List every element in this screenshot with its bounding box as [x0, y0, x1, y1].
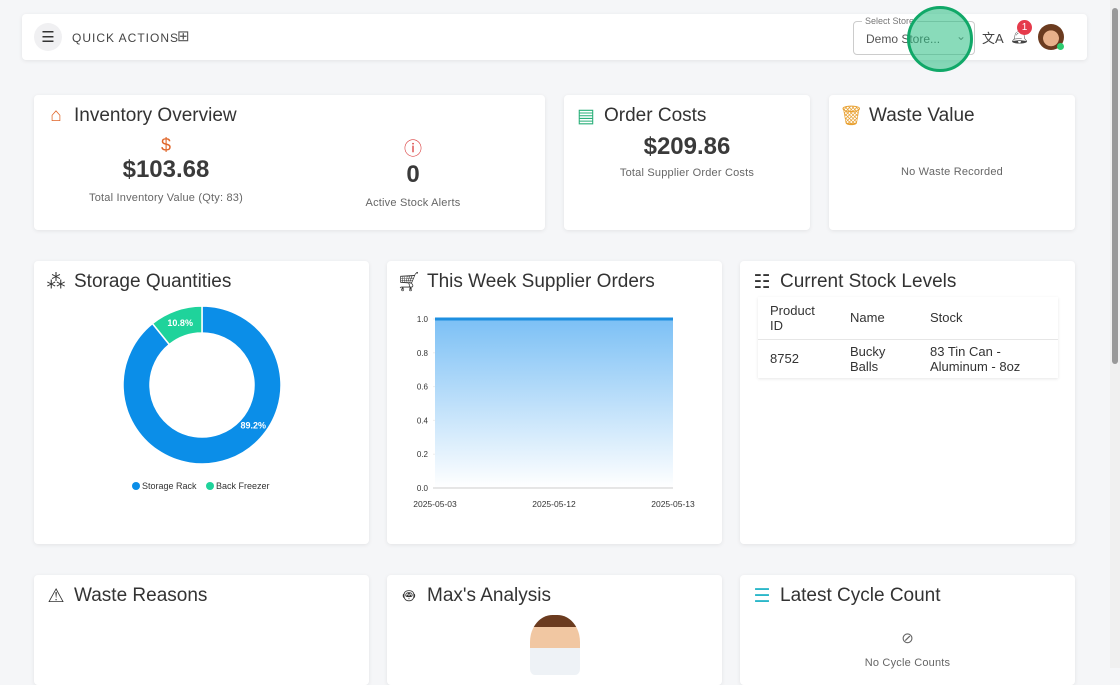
- max-avatar-image: [530, 615, 580, 675]
- legend-label: Back Freezer: [216, 481, 270, 491]
- scrollbar-thumb[interactable]: [1112, 8, 1118, 364]
- translate-icon[interactable]: 文A: [982, 28, 1004, 47]
- active-alerts-label: Active Stock Alerts: [365, 197, 461, 209]
- cell-stock: 83 Tin Can - Aluminum - 8oz: [930, 343, 1021, 374]
- stock-table: Product ID Name Stock 8752 Bucky Balls 83 Ti…: [758, 297, 1058, 378]
- list-icon: ☷: [753, 271, 771, 293]
- click-indicator: [907, 6, 973, 72]
- scrollbar[interactable]: [1110, 0, 1120, 668]
- table-row[interactable]: 8752 Bucky Balls 83 Tin Can - Aluminum - 8…: [758, 339, 1058, 378]
- card-title: Waste Reasons: [74, 585, 208, 606]
- max-analysis-card: 🤖︎ Max's Analysis: [387, 575, 722, 685]
- legend-label: Storage Rack: [142, 481, 197, 491]
- trash-icon: 🗑︎: [838, 106, 864, 127]
- card-title: Order Costs: [604, 105, 707, 126]
- card-title: Current Stock Levels: [780, 271, 957, 292]
- cell-name: Bucky Balls: [850, 343, 886, 374]
- notification-badge: 1: [1017, 20, 1032, 35]
- checklist-icon: ☰: [753, 585, 771, 607]
- column-header: Name: [850, 310, 885, 326]
- y-tick-label: 1.0: [417, 315, 429, 324]
- alert-icon: ⓘ: [404, 139, 422, 159]
- no-waste-text: No Waste Recorded: [900, 166, 1004, 178]
- total-inventory-label: Total Inventory Value (Qty: 83): [89, 192, 243, 204]
- online-status-dot: [1057, 43, 1064, 50]
- x-tick-label: 2025-05-03: [413, 499, 457, 509]
- supplier-orders-card: 🛒︎ This Week Supplier Orders 0.0 0.2 0.4 0.6…: [387, 261, 722, 544]
- no-cycle-counts-text: No Cycle Counts: [864, 657, 951, 669]
- cell-product-id: 8752: [770, 351, 799, 366]
- quick-actions-icon[interactable]: ⊞: [177, 27, 190, 45]
- x-tick-label: 2025-05-13: [651, 499, 695, 509]
- active-alerts-value: 0: [406, 161, 420, 188]
- menu-icon[interactable]: ☰: [34, 23, 62, 51]
- total-inventory-value: $103.68: [122, 156, 210, 183]
- slice-label: 10.8%: [167, 318, 193, 328]
- robot-icon: 🤖︎: [403, 585, 415, 607]
- store-select-label: Select Store: [862, 16, 918, 26]
- receipt-icon: ▤: [577, 105, 595, 127]
- order-costs-value: $209.86: [643, 133, 731, 160]
- card-title: Latest Cycle Count: [780, 585, 941, 606]
- slice-label: 89.2%: [241, 421, 267, 431]
- card-title: Inventory Overview: [74, 105, 237, 126]
- storage-quantities-card: ⁂ Storage Quantities 89.2% 10.8% Storage Ra…: [34, 261, 369, 544]
- y-tick-label: 0.8: [417, 349, 429, 358]
- dollar-icon: $: [160, 135, 171, 155]
- storage-donut-chart: 89.2% 10.8% Storage Rack Back Freezer: [122, 305, 282, 491]
- warning-icon: ⚠︎: [47, 585, 65, 607]
- y-tick-label: 0.0: [417, 484, 429, 493]
- column-header: Stock: [930, 310, 963, 326]
- order-costs-card: ▤ Order Costs $209.86 Total Supplier Order…: [564, 95, 810, 230]
- y-tick-label: 0.4: [417, 416, 429, 425]
- y-tick-label: 0.6: [417, 383, 429, 392]
- supplier-orders-chart: 0.0 0.2 0.4 0.6 0.8 1.0 2025-05-03 2025-05-12 20…: [413, 315, 695, 509]
- column-header: Product ID: [770, 302, 815, 333]
- x-tick-label: 2025-05-12: [532, 499, 576, 509]
- waste-reasons-card: ⚠︎ Waste Reasons: [34, 575, 369, 685]
- latest-cycle-count-card: ☰ Latest Cycle Count ⊘ No Cycle Counts: [740, 575, 1075, 685]
- order-costs-label: Total Supplier Order Costs: [619, 167, 755, 179]
- y-tick-label: 0.2: [417, 450, 429, 459]
- quick-actions-label[interactable]: QUICK ACTIONS: [72, 31, 179, 45]
- area-fill: [435, 319, 673, 488]
- waste-value-card: 🗑︎ Waste Value No Waste Recorded: [829, 95, 1075, 230]
- inventory-overview-card: ⌂ Inventory Overview $ $103.68 Total Invent…: [34, 95, 545, 230]
- legend-marker: [132, 482, 140, 490]
- legend-marker: [206, 482, 214, 490]
- card-title: Waste Value: [869, 105, 975, 126]
- card-title: Max's Analysis: [427, 585, 552, 606]
- no-count-icon: ⊘: [901, 630, 914, 647]
- current-stock-card: ☷ Current Stock Levels Product ID Name Stoc…: [740, 261, 1075, 544]
- warehouse-icon: ⌂: [50, 105, 62, 126]
